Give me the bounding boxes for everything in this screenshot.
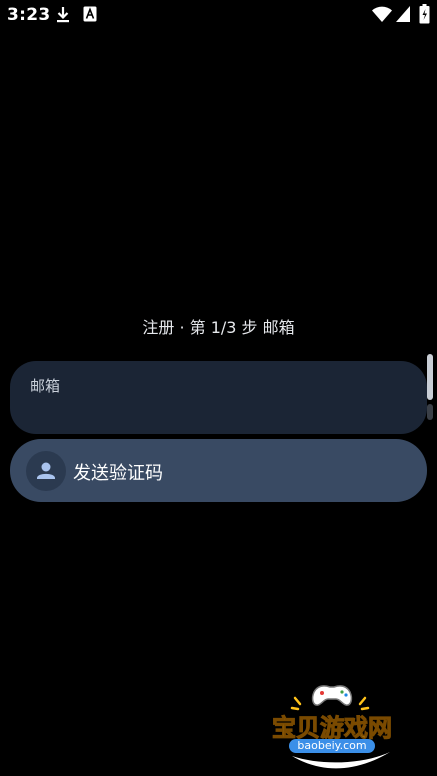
status-time: 3:23 [7,5,51,25]
scrollbar-track[interactable] [427,404,433,420]
font-a-icon [83,6,97,26]
status-bar: 3:23 [0,0,437,30]
watermark-title: 宝贝游戏网 [272,714,393,743]
watermark-url: baobeiy.com [289,739,375,753]
person-icon [26,451,66,491]
battery-icon [419,4,430,28]
scrollbar-thumb[interactable] [427,354,433,400]
cell-signal-icon [395,5,411,27]
send-code-button[interactable]: 发送验证码 [10,439,427,502]
send-code-label: 发送验证码 [73,463,163,484]
download-icon [55,6,71,28]
email-field[interactable]: 邮箱 [10,361,427,434]
email-field-label: 邮箱 [30,377,61,395]
wifi-icon [371,5,393,27]
step-title: 注册 · 第 1/3 步 邮箱 [142,318,295,337]
watermark-logo: 宝贝游戏网 baobeiy.com [262,682,412,772]
